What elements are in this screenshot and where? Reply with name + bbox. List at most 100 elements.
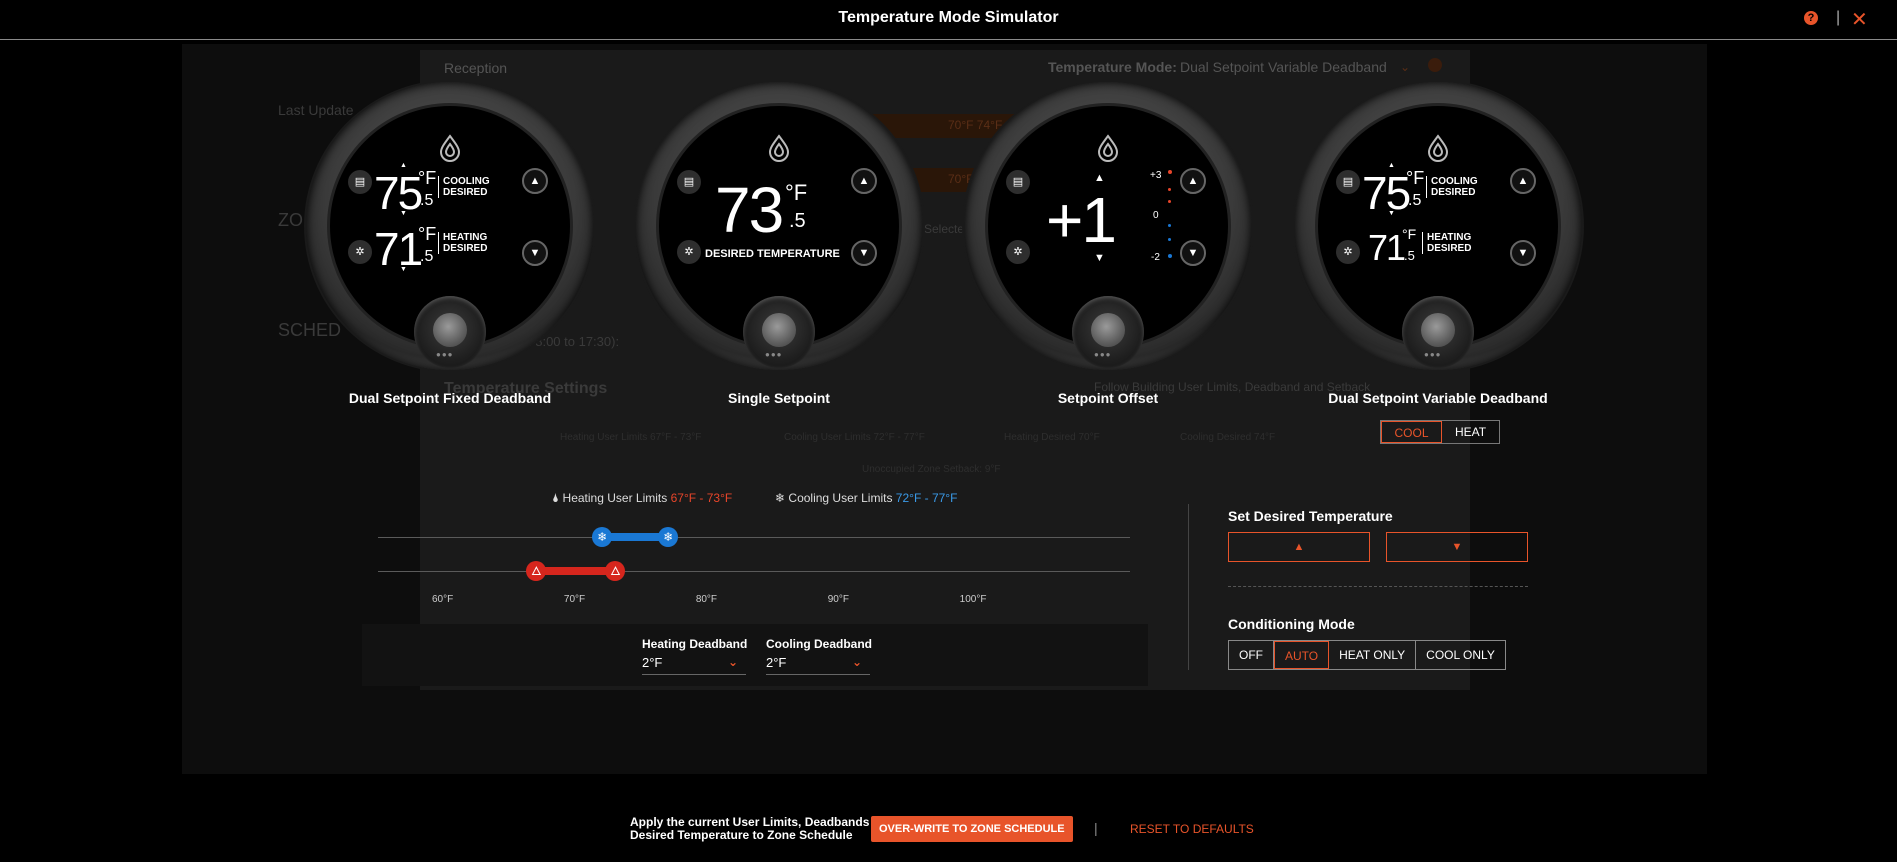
bg-zone-name: Reception [444,60,508,76]
offset-value: +1 [1046,184,1117,256]
conditioning-mode-title: Conditioning Mode [1228,616,1355,632]
fan-icon[interactable]: ✲ [1006,240,1030,264]
heating-desired-label: HEATING DESIRED [1422,232,1471,254]
cool-down-caret-icon: ▼ [400,210,407,217]
mode-off-button[interactable]: OFF [1229,641,1274,669]
fan-icon[interactable]: ✲ [1336,240,1360,264]
offset-scale-mid: 0 [1153,210,1159,221]
reset-defaults-link[interactable]: RESET TO DEFAULTS [1130,822,1254,836]
cool-heat-toggle: COOL HEAT [1380,420,1500,444]
heating-limits-value: 67°F - 73°F [670,491,733,505]
cool-down-caret-icon: ▼ [1388,210,1395,217]
deadband-panel [362,624,1148,686]
desired-half: .5 [789,210,806,232]
heat-down-caret-icon: ▼ [400,266,407,273]
mode-heat-only-button[interactable]: HEAT ONLY [1329,641,1417,669]
scale-tick-label: 80°F [695,594,718,605]
dots-icon: ●●● [1094,350,1112,359]
close-icon[interactable]: ✕ [1851,7,1868,32]
set-desired-title: Set Desired Temperature [1228,508,1393,524]
heat-toggle-button[interactable]: HEAT [1442,421,1499,443]
thermostat-single: ▤ ✲ ▲ ▼ 73 °F .5 DESIRED TEMPERATURE ●●● [635,82,923,370]
heating-half: .5 [420,248,434,265]
mode-cool-only-button[interactable]: COOL ONLY [1416,641,1505,669]
cooling-limits-label: Cooling User Limits [788,491,893,505]
bg-last-update: Last Update [278,102,354,118]
scale-tick-label: 90°F [827,594,849,605]
heating-unit: °F [418,224,437,244]
heating-deadband-value: 2°F [642,655,663,670]
dashed-divider [1228,586,1528,587]
bg-range-1: 70°F 74°F [948,118,1003,132]
desired-temp-label: DESIRED TEMPERATURE [705,248,840,260]
cooling-deadband-select[interactable]: 2°F ⌄ [766,655,870,675]
droplet-logo-icon [1427,134,1449,162]
bg-help-icon [1428,58,1442,72]
offset-scale-top: +3 [1150,170,1162,181]
chevron-down-icon: ⌄ [852,655,863,669]
offset-up-caret-icon: ▲ [1094,172,1105,184]
heating-deadband-select[interactable]: 2°F ⌄ [642,655,746,675]
temp-up-button[interactable]: ▲ [1228,532,1370,562]
heating-desired-label: HEATING DESIRED [438,232,487,254]
cooling-unit: °F [1406,168,1425,188]
bg-cooling-desired: Cooling Desired 74°F [1180,432,1276,443]
fan-icon[interactable]: ✲ [677,240,701,264]
schedule-icon[interactable]: ▤ [1006,170,1030,194]
window-title: Temperature Mode Simulator [838,9,1059,26]
bg-unoccupied: Unoccupied Zone Setback: 9°F [862,464,1001,475]
temp-down-button[interactable]: ▼ [851,240,877,266]
temp-down-button[interactable]: ▼ [1510,240,1536,266]
thermostat-name-dual-variable: Dual Setpoint Variable Deadband [1328,390,1548,406]
temp-up-button[interactable]: ▲ [1180,168,1206,194]
heating-unit: °F [1402,226,1417,242]
scale-dot [1168,188,1171,191]
temp-up-button[interactable]: ▲ [1510,168,1536,194]
dots-icon: ●●● [1424,350,1442,359]
help-icon[interactable]: ? [1804,11,1818,25]
scale-tick-label: 100°F [959,594,987,605]
cooling-track [378,537,1130,538]
heating-limits-label: Heating User Limits [562,491,668,505]
conditioning-mode-group: OFF AUTO HEAT ONLY COOL ONLY [1228,640,1506,670]
heating-temp: 71 [1368,227,1406,268]
thermostat-offset: ▤ ✲ ▲ ▼ ▲ +1 ▼ +3 0 -2 ●●● [964,82,1252,370]
schedule-icon[interactable]: ▤ [677,170,701,194]
droplet-logo-icon [1097,134,1119,162]
temp-down-button[interactable]: ▼ [1180,240,1206,266]
temp-down-button[interactable]: ▼ [1386,532,1528,562]
schedule-icon[interactable]: ▤ [1336,170,1360,194]
scale-dot [1168,224,1171,227]
dots-icon: ●●● [436,350,454,359]
cooling-temp: 75 [374,167,423,219]
fan-icon[interactable]: ✲ [348,240,372,264]
cooling-unit: °F [418,168,437,188]
snowflake-icon: ❄ [775,491,786,505]
cooling-limits: ❄ Cooling User Limits 72°F - 77°F [775,491,957,505]
bg-chevron-icon: ⌄ [1400,60,1411,74]
bg-heating-limits: Heating User Limits 67°F - 73°F [560,432,702,443]
temp-up-button[interactable]: ▲ [851,168,877,194]
overwrite-schedule-button[interactable]: OVER-WRITE TO ZONE SCHEDULE [871,816,1073,842]
heating-range-bar [536,567,616,575]
temp-up-button[interactable]: ▲ [522,168,548,194]
thermostat-dual-variable: ▤ ✲ ▲ ▼ ▲ 75 °F .5 ▼ COOLING DESIRED 71 °… [1294,82,1582,370]
scale-tick-label: 70°F [563,594,586,605]
thermostat-dual-fixed: ▤ ✲ ▲ ▼ ▲ 75 °F .5 ▼ COOLING DESIRED 71 °… [306,82,594,370]
heating-half: .5 [1404,248,1415,263]
desired-unit: °F [785,180,808,205]
heating-temp: 71 [374,223,423,275]
bg-temp-mode-label: Temperature Mode: [1048,59,1177,75]
chevron-down-icon: ⌄ [728,655,739,669]
bg-cooling-limits: Cooling User Limits 72°F - 77°F [784,432,925,443]
schedule-icon[interactable]: ▤ [348,170,372,194]
desired-temp: 73 [715,174,784,246]
droplet-logo-icon [439,134,461,162]
cooling-desired-label: COOLING DESIRED [438,176,490,198]
thermostat-name-offset: Setpoint Offset [1057,390,1159,406]
footer-separator: | [1094,820,1098,836]
mode-auto-button[interactable]: AUTO [1274,641,1330,669]
temp-down-button[interactable]: ▼ [522,240,548,266]
cool-toggle-button[interactable]: COOL [1381,421,1442,443]
droplet-logo-icon [768,134,790,162]
